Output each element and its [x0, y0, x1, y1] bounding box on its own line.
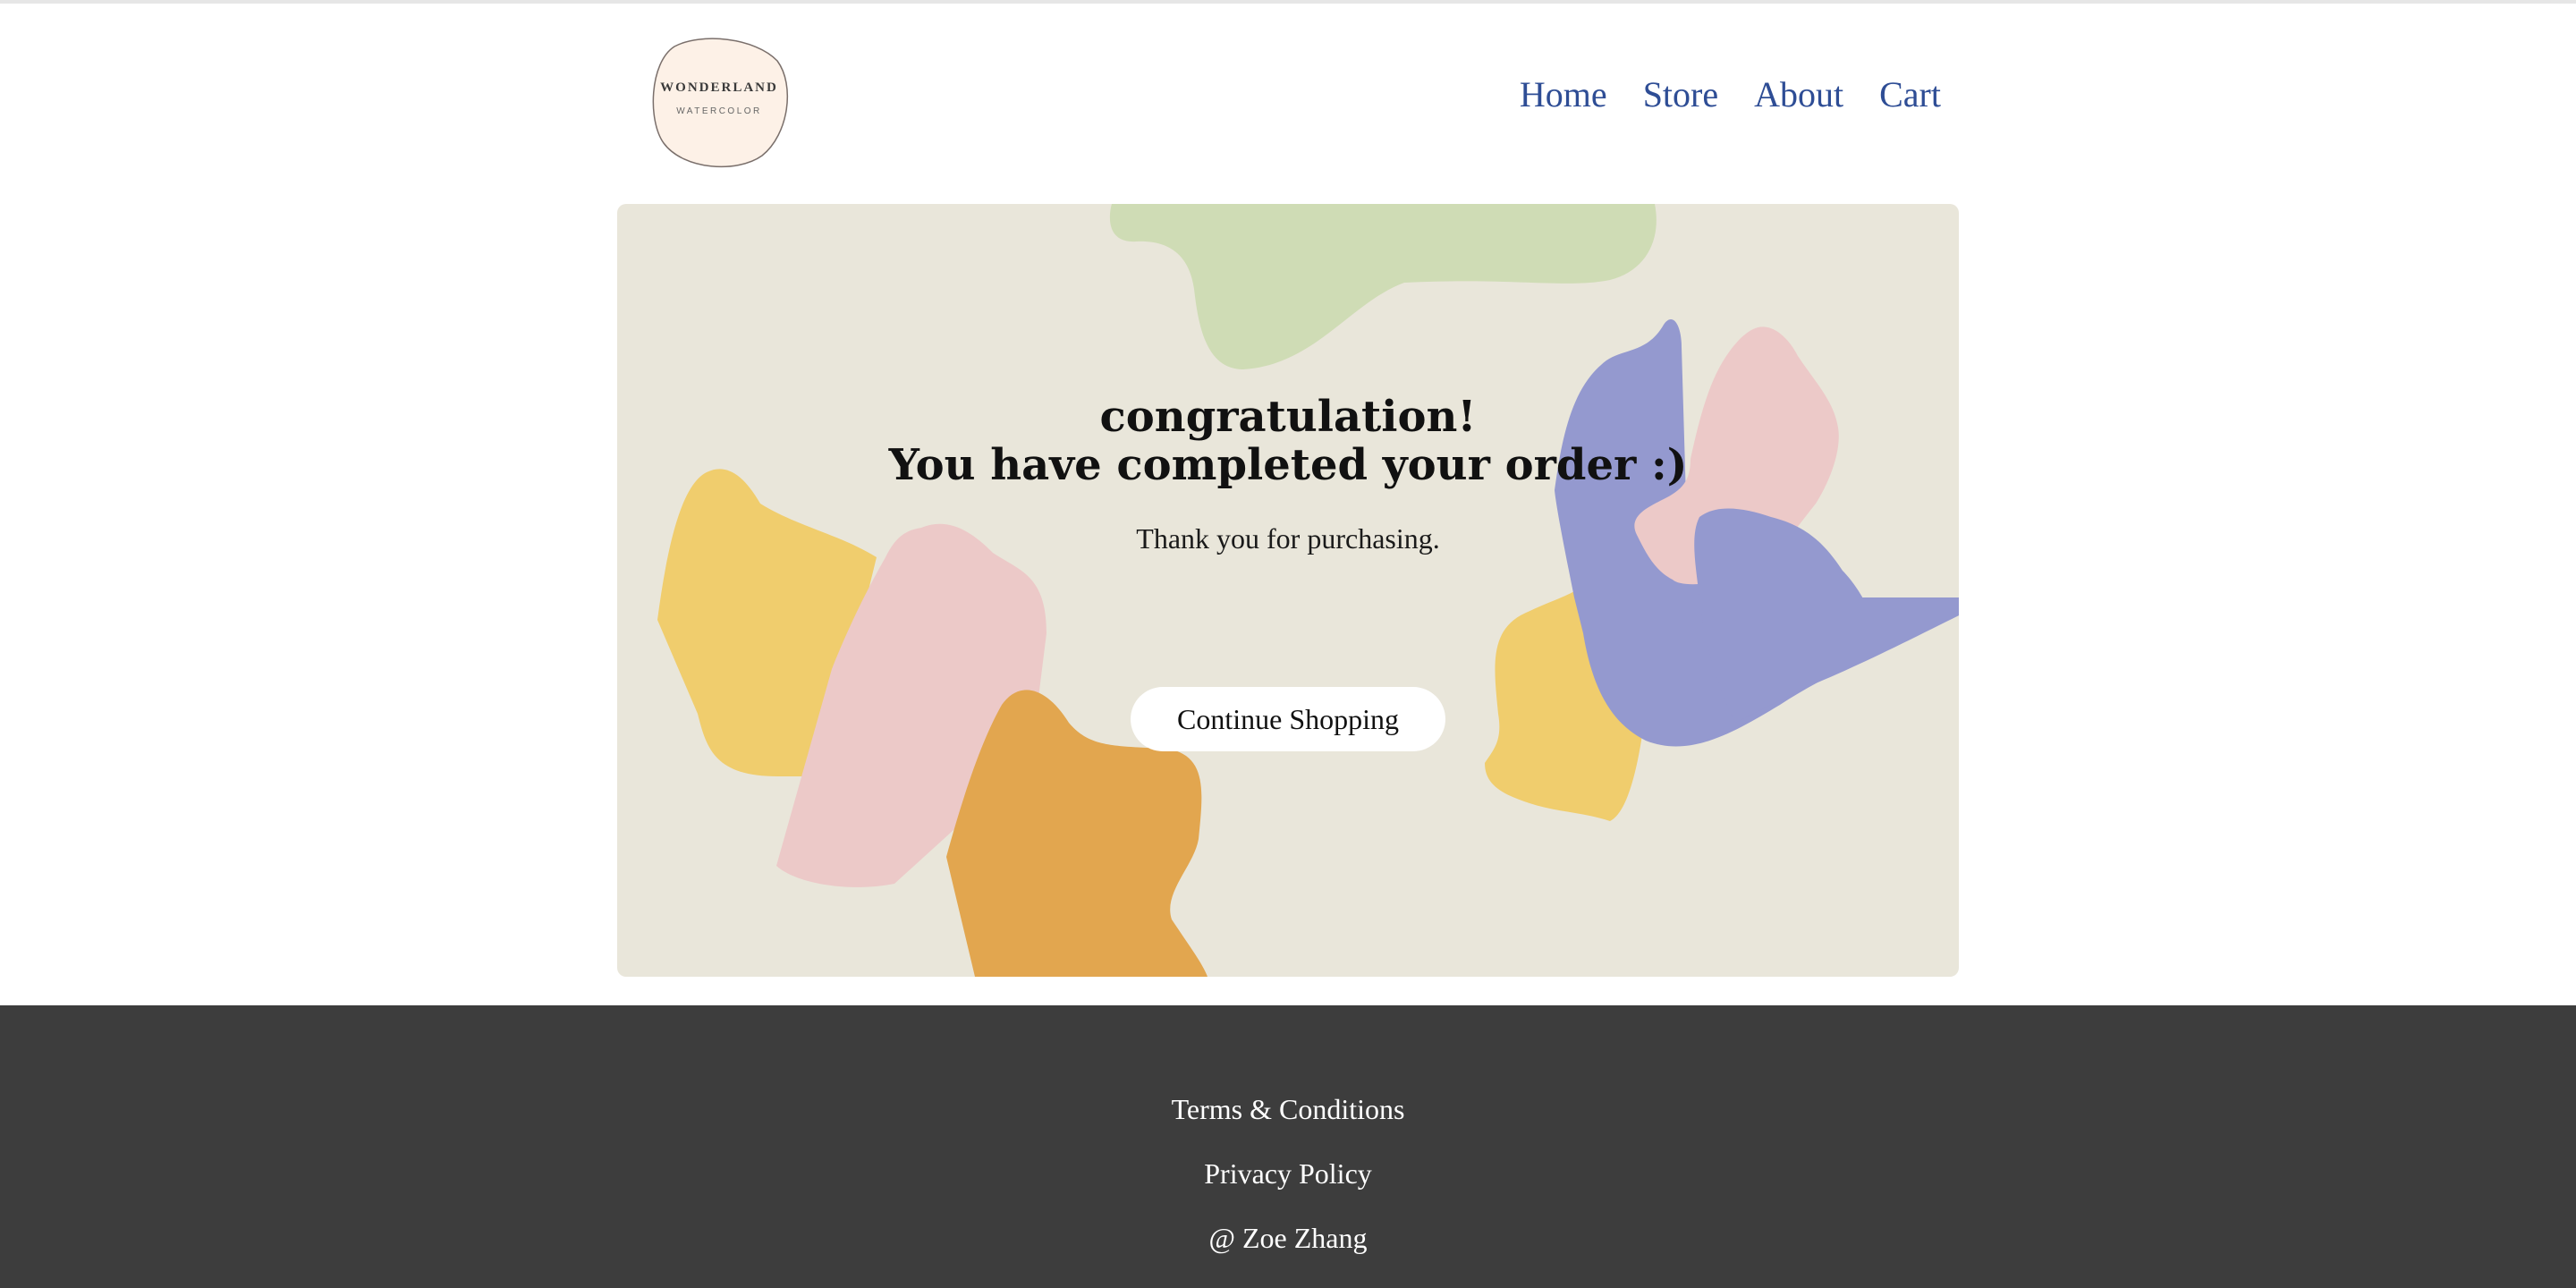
confirmation-subtitle: You have completed your order :): [888, 440, 1688, 490]
logo-subtitle: WATERCOLOR: [676, 106, 762, 116]
thank-you-message: Thank you for purchasing.: [1136, 522, 1440, 555]
continue-shopping-button[interactable]: Continue Shopping: [1131, 687, 1445, 751]
brand-logo[interactable]: WONDERLAND WATERCOLOR: [648, 36, 791, 170]
site-footer: Terms & Conditions Privacy Policy @ Zoe …: [0, 1005, 2576, 1288]
copyright-text: @ Zoe Zhang: [1208, 1222, 1368, 1254]
nav-about-link[interactable]: About: [1754, 73, 1843, 115]
order-confirmation-panel: congratulation! You have completed your …: [617, 204, 1959, 977]
site-header: WONDERLAND WATERCOLOR Home Store About C…: [617, 4, 1959, 195]
privacy-link[interactable]: Privacy Policy: [0, 1157, 2576, 1191]
confirmation-title: congratulation!: [1099, 392, 1477, 442]
nav-home-link[interactable]: Home: [1520, 73, 1607, 115]
terms-link[interactable]: Terms & Conditions: [0, 1093, 2576, 1126]
main-nav: Home Store About Cart: [1520, 73, 1941, 115]
nav-store-link[interactable]: Store: [1643, 73, 1718, 115]
logo-name: WONDERLAND: [660, 80, 778, 95]
nav-cart-link[interactable]: Cart: [1879, 73, 1941, 115]
